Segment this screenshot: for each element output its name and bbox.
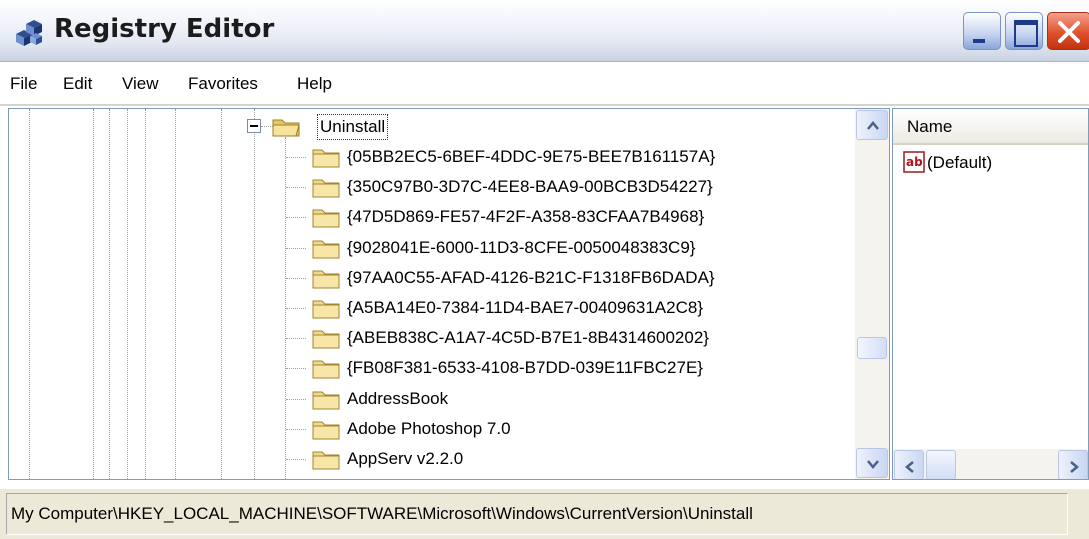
folder-icon xyxy=(312,360,340,379)
menu-bar: File Edit View Favorites Help xyxy=(0,62,1089,106)
menu-edit[interactable]: Edit xyxy=(63,74,92,94)
scroll-up-button[interactable] xyxy=(856,110,888,140)
tree-guide-line xyxy=(145,109,146,479)
tree-guide-line xyxy=(221,109,222,479)
tree-guide-line xyxy=(127,109,128,479)
horizontal-scroll-thumb[interactable] xyxy=(926,450,956,479)
folder-icon xyxy=(312,240,340,259)
tree-content: Uninstall {05BB2EC5-6BEF-4DDC-9E75-BEE7B… xyxy=(9,109,855,479)
close-icon xyxy=(1058,21,1080,43)
folder-icon xyxy=(312,421,340,440)
minimize-button[interactable] xyxy=(963,12,1001,50)
tree-guide-line xyxy=(109,109,110,479)
window-title: Registry Editor xyxy=(54,14,275,44)
tree-node[interactable]: {350C97B0-3D7C-4EE8-BAA9-00BCB3D54227} xyxy=(347,175,713,199)
scroll-down-button[interactable] xyxy=(856,448,888,478)
folder-icon xyxy=(312,149,340,168)
svg-text:ab: ab xyxy=(906,155,923,169)
scroll-right-button[interactable] xyxy=(1058,450,1088,479)
folder-icon xyxy=(312,209,340,228)
tree-node[interactable]: AddressBook xyxy=(347,387,448,411)
folder-icon xyxy=(312,391,340,410)
tree-node[interactable]: {A5BA14E0-7384-11D4-BAE7-00409631A2C8} xyxy=(347,296,703,320)
column-header-name[interactable]: Name xyxy=(893,109,1088,145)
tree-guide-line xyxy=(286,277,306,279)
tree-guide-line xyxy=(286,217,306,219)
tree-guide-line xyxy=(286,338,306,340)
open-folder-icon xyxy=(272,119,300,137)
chevron-left-icon xyxy=(905,461,914,473)
registry-cubes-icon xyxy=(16,20,42,46)
tree-guide-line xyxy=(286,247,306,249)
column-header-label: Name xyxy=(907,117,953,136)
folder-icon xyxy=(312,300,340,319)
close-button[interactable] xyxy=(1047,12,1089,50)
menu-view[interactable]: View xyxy=(122,74,159,94)
collapse-toggle[interactable] xyxy=(247,119,261,133)
chevron-right-icon xyxy=(1070,461,1079,473)
status-key-path: My Computer\HKEY_LOCAL_MACHINE\SOFTWARE\… xyxy=(11,504,753,523)
tree-guide-line xyxy=(286,308,306,309)
status-bar: My Computer\HKEY_LOCAL_MACHINE\SOFTWARE\… xyxy=(0,488,1089,539)
maximize-button[interactable] xyxy=(1005,12,1043,50)
folder-icon xyxy=(312,270,340,289)
key-tree-pane[interactable]: Uninstall {05BB2EC5-6BEF-4DDC-9E75-BEE7B… xyxy=(8,108,890,480)
tree-node[interactable]: {9028041E-6000-11D3-8CFE-0050048383C9} xyxy=(347,236,695,260)
tree-node[interactable]: {47D5D869-FE57-4F2F-A358-83CFAA7B4968} xyxy=(347,205,704,229)
tree-guide-line xyxy=(29,109,30,479)
values-horizontal-scrollbar[interactable] xyxy=(893,449,1088,479)
scroll-thumb[interactable] xyxy=(857,337,887,359)
menu-file[interactable]: File xyxy=(10,74,37,94)
tree-node[interactable]: {FB08F381-6533-4108-B7DD-039E11FBC27E} xyxy=(347,356,703,380)
tree-guide-line xyxy=(286,398,306,400)
menu-help[interactable]: Help xyxy=(297,74,332,94)
tree-node[interactable]: {05BB2EC5-6BEF-4DDC-9E75-BEE7B161157A} xyxy=(347,145,715,169)
tree-guide-line xyxy=(286,187,306,189)
chevron-down-icon xyxy=(867,460,879,469)
chevron-up-icon xyxy=(867,121,879,130)
values-pane[interactable]: Name ab (Default) xyxy=(892,108,1089,480)
folder-icon xyxy=(312,451,340,470)
title-bar: Registry Editor xyxy=(0,0,1089,62)
folder-icon xyxy=(312,330,340,349)
tree-guide-line xyxy=(286,157,306,158)
status-panel: My Computer\HKEY_LOCAL_MACHINE\SOFTWARE\… xyxy=(6,493,1068,535)
tree-guide-line xyxy=(286,459,306,460)
scroll-left-button[interactable] xyxy=(894,450,924,479)
tree-guide-line xyxy=(286,428,306,430)
tree-guide-line xyxy=(254,109,255,479)
menu-favorites[interactable]: Favorites xyxy=(188,74,258,94)
tree-node[interactable]: {97AA0C55-AFAD-4126-B21C-F1318FB6DADA} xyxy=(347,266,715,290)
tree-guide-line xyxy=(93,109,94,479)
tree-node-uninstall[interactable]: Uninstall xyxy=(317,114,389,140)
tree-guide-line xyxy=(286,368,306,370)
tree-guide-line xyxy=(175,109,176,479)
tree-vertical-scrollbar[interactable] xyxy=(855,109,889,479)
string-value-ab-icon: ab xyxy=(903,151,925,173)
tree-node[interactable]: AppServ v2.2.0 xyxy=(347,447,463,471)
tree-node[interactable]: {ABEB838C-A1A7-4C5D-B7E1-8B4314600202} xyxy=(347,326,709,350)
tree-node[interactable]: Adobe Photoshop 7.0 xyxy=(347,417,511,441)
value-name-default[interactable]: (Default) xyxy=(927,153,992,173)
folder-icon xyxy=(312,179,340,198)
